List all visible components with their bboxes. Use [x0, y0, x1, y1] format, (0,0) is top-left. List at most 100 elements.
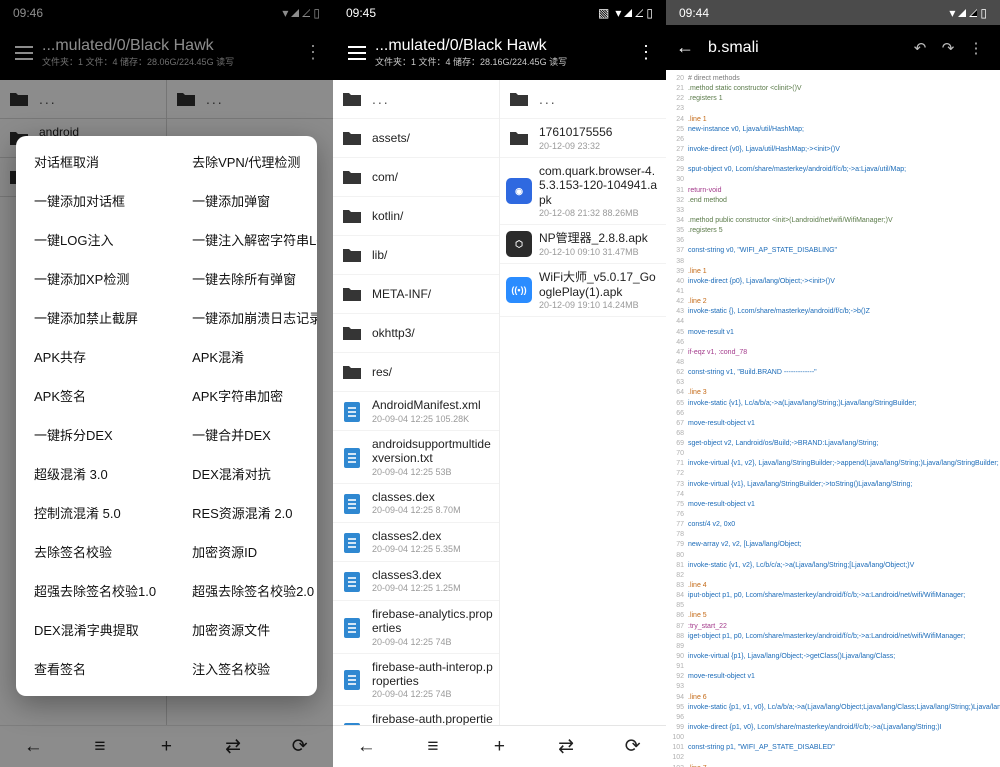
list-button[interactable]: ≡ — [400, 736, 467, 758]
list-item[interactable]: assets/ — [333, 119, 499, 158]
item-name: firebase-auth-interop.properties — [372, 660, 493, 689]
item-name: META-INF/ — [372, 287, 493, 301]
dialog-option[interactable]: APK共存 — [16, 337, 174, 376]
code-line: 69sget-object v2, Landroid/os/Build;->BR… — [666, 439, 1000, 449]
list-item[interactable]: ⬡NP管理器_2.8.8.apk20-12-10 09:10 31.47MB — [500, 225, 666, 264]
wifi-icon: ▾ — [615, 6, 621, 20]
up-dir-row[interactable]: ... — [500, 80, 666, 119]
dialog-option[interactable]: DEX混淆对抗 — [174, 454, 317, 493]
list-item[interactable]: androidsupportmultidexversion.txt20-09-0… — [333, 431, 499, 484]
list-item[interactable]: res/ — [333, 353, 499, 392]
back-button[interactable]: ← — [676, 37, 702, 58]
code-line: 75move-result-object v1 — [666, 500, 1000, 510]
list-item[interactable]: okhttp3/ — [333, 314, 499, 353]
dialog-option[interactable]: 替换DEX包名/类名 — [174, 688, 317, 696]
dialog-option[interactable]: APK混淆 — [174, 337, 317, 376]
list-item[interactable]: classes3.dex20-09-04 12:25 1.25M — [333, 562, 499, 601]
code-line: 83.line 4 — [666, 581, 1000, 591]
refresh-button[interactable]: ⟳ — [599, 735, 666, 758]
code-line: 29sput-object v0, Lcom/share/masterkey/a… — [666, 165, 1000, 175]
undo-button[interactable]: ↶ — [906, 39, 934, 57]
dialog-option[interactable]: 一键LOG注入 — [16, 220, 174, 259]
list-item[interactable]: ((•))WiFi大师_v5.0.17_GooglePlay(1).apk20-… — [500, 264, 666, 317]
dialog-option[interactable]: 一键添加XP检测 — [16, 259, 174, 298]
code-viewer[interactable]: 20# direct methods21.method static const… — [666, 70, 1000, 767]
dialog-option[interactable]: 加密资源文件 — [174, 610, 317, 649]
code-line: 28 — [666, 155, 1000, 165]
list-item[interactable]: classes2.dex20-09-04 12:25 5.35M — [333, 523, 499, 562]
file-icon — [339, 444, 365, 470]
item-name: NP管理器_2.8.8.apk — [539, 231, 660, 245]
code-line: 71invoke-virtual {v1, v2}, Ljava/lang/St… — [666, 459, 1000, 469]
app-icon: ⬡ — [506, 231, 532, 257]
code-line: 62const-string v1, "Build.BRAND --------… — [666, 368, 1000, 378]
path-title[interactable]: ...mulated/0/Black Hawk — [375, 37, 636, 55]
list-item[interactable]: classes.dex20-09-04 12:25 8.70M — [333, 484, 499, 523]
list-item[interactable]: AndroidManifest.xml20-09-04 12:25 105.28… — [333, 392, 499, 431]
dialog-option[interactable]: 超强去除签名校验1.0 — [16, 571, 174, 610]
list-item[interactable]: 1761017555620-12-09 23:32 — [500, 119, 666, 158]
code-line: 63 — [666, 378, 1000, 388]
dialog-option[interactable]: DEX混淆字典提取 — [16, 610, 174, 649]
action-dialog: 对话框取消一键添加对话框一键LOG注入一键添加XP检测一键添加禁止截屏APK共存… — [16, 136, 317, 696]
folder-icon — [339, 203, 365, 229]
dialog-option[interactable]: APK签名 — [16, 376, 174, 415]
item-name: classes2.dex — [372, 529, 493, 543]
code-line: 73invoke-virtual {v1}, Ljava/lang/String… — [666, 480, 1000, 490]
code-line: 22.registers 1 — [666, 94, 1000, 104]
dialog-option[interactable]: 注入签名校验 — [174, 649, 317, 688]
code-line: 33 — [666, 206, 1000, 216]
dialog-option[interactable]: APK对齐优化 — [16, 688, 174, 696]
clock: 09:45 — [346, 6, 598, 20]
dialog-option[interactable]: APK字符串加密 — [174, 376, 317, 415]
code-line: 44 — [666, 317, 1000, 327]
app-icon: ((•)) — [506, 277, 532, 303]
back-button[interactable]: ← — [333, 736, 400, 758]
code-line: 34.method public constructor <init>(Land… — [666, 216, 1000, 226]
add-button[interactable]: + — [466, 736, 533, 758]
dialog-option[interactable]: 一键拆分DEX — [16, 415, 174, 454]
dialog-option[interactable]: 一键注入解密字符串LOG — [174, 220, 317, 259]
redo-button[interactable]: ↷ — [934, 39, 962, 57]
dialog-option[interactable]: 查看签名 — [16, 649, 174, 688]
dialog-option[interactable]: 控制流混淆 5.0 — [16, 493, 174, 532]
list-item[interactable]: firebase-auth-interop.properties20-09-04… — [333, 654, 499, 707]
more-button[interactable]: ⋮ — [636, 42, 656, 63]
code-line: 86.line 5 — [666, 611, 1000, 621]
list-item[interactable]: firebase-analytics.properties20-09-04 12… — [333, 601, 499, 654]
dialog-option[interactable]: 去除VPN/代理检测 — [174, 142, 317, 181]
dialog-option[interactable]: 去除签名校验 — [16, 532, 174, 571]
list-item[interactable]: ◉com.quark.browser-4.5.3.153-120-104941.… — [500, 158, 666, 225]
dialog-option[interactable]: 一键去除所有弹窗 — [174, 259, 317, 298]
dialog-option[interactable]: 对话框取消 — [16, 142, 174, 181]
dialog-option[interactable]: 一键合并DEX — [174, 415, 317, 454]
dialog-option[interactable]: 一键添加崩溃日志记录 — [174, 298, 317, 337]
dialog-option[interactable]: 加密资源ID — [174, 532, 317, 571]
up-dir-row[interactable]: ... — [333, 80, 499, 119]
menu-button[interactable] — [343, 42, 371, 64]
dialog-option[interactable]: RES资源混淆 2.0 — [174, 493, 317, 532]
code-line: 77const/4 v2, 0x0 — [666, 520, 1000, 530]
file-icon — [339, 666, 365, 692]
dialog-option[interactable]: 一键添加禁止截屏 — [16, 298, 174, 337]
dialog-option[interactable]: 一键添加对话框 — [16, 181, 174, 220]
code-line: 32.end method — [666, 196, 1000, 206]
item-name: kotlin/ — [372, 209, 493, 223]
transfer-button[interactable]: ⇄ — [533, 735, 600, 758]
dialog-option[interactable]: 超级混淆 3.0 — [16, 454, 174, 493]
status-bar: 09:44 ▾ ▯ — [666, 0, 1000, 25]
code-line: 41 — [666, 287, 1000, 297]
list-item[interactable]: META-INF/ — [333, 275, 499, 314]
code-line: 27invoke-direct {v0}, Ljava/util/HashMap… — [666, 145, 1000, 155]
list-item[interactable]: lib/ — [333, 236, 499, 275]
list-item[interactable]: com/ — [333, 158, 499, 197]
item-name: okhttp3/ — [372, 326, 493, 340]
code-line: 40invoke-direct {p0}, Ljava/lang/Object;… — [666, 277, 1000, 287]
list-item[interactable]: kotlin/ — [333, 197, 499, 236]
folder-icon — [339, 164, 365, 190]
dialog-option[interactable]: 一键添加弹窗 — [174, 181, 317, 220]
more-button[interactable]: ⋮ — [962, 39, 990, 57]
code-line: 43invoke-static {}, Lcom/share/masterkey… — [666, 307, 1000, 317]
list-item[interactable]: firebase-auth.properties20-09-04 12:25 6… — [333, 706, 499, 725]
dialog-option[interactable]: 超强去除签名校验2.0 — [174, 571, 317, 610]
